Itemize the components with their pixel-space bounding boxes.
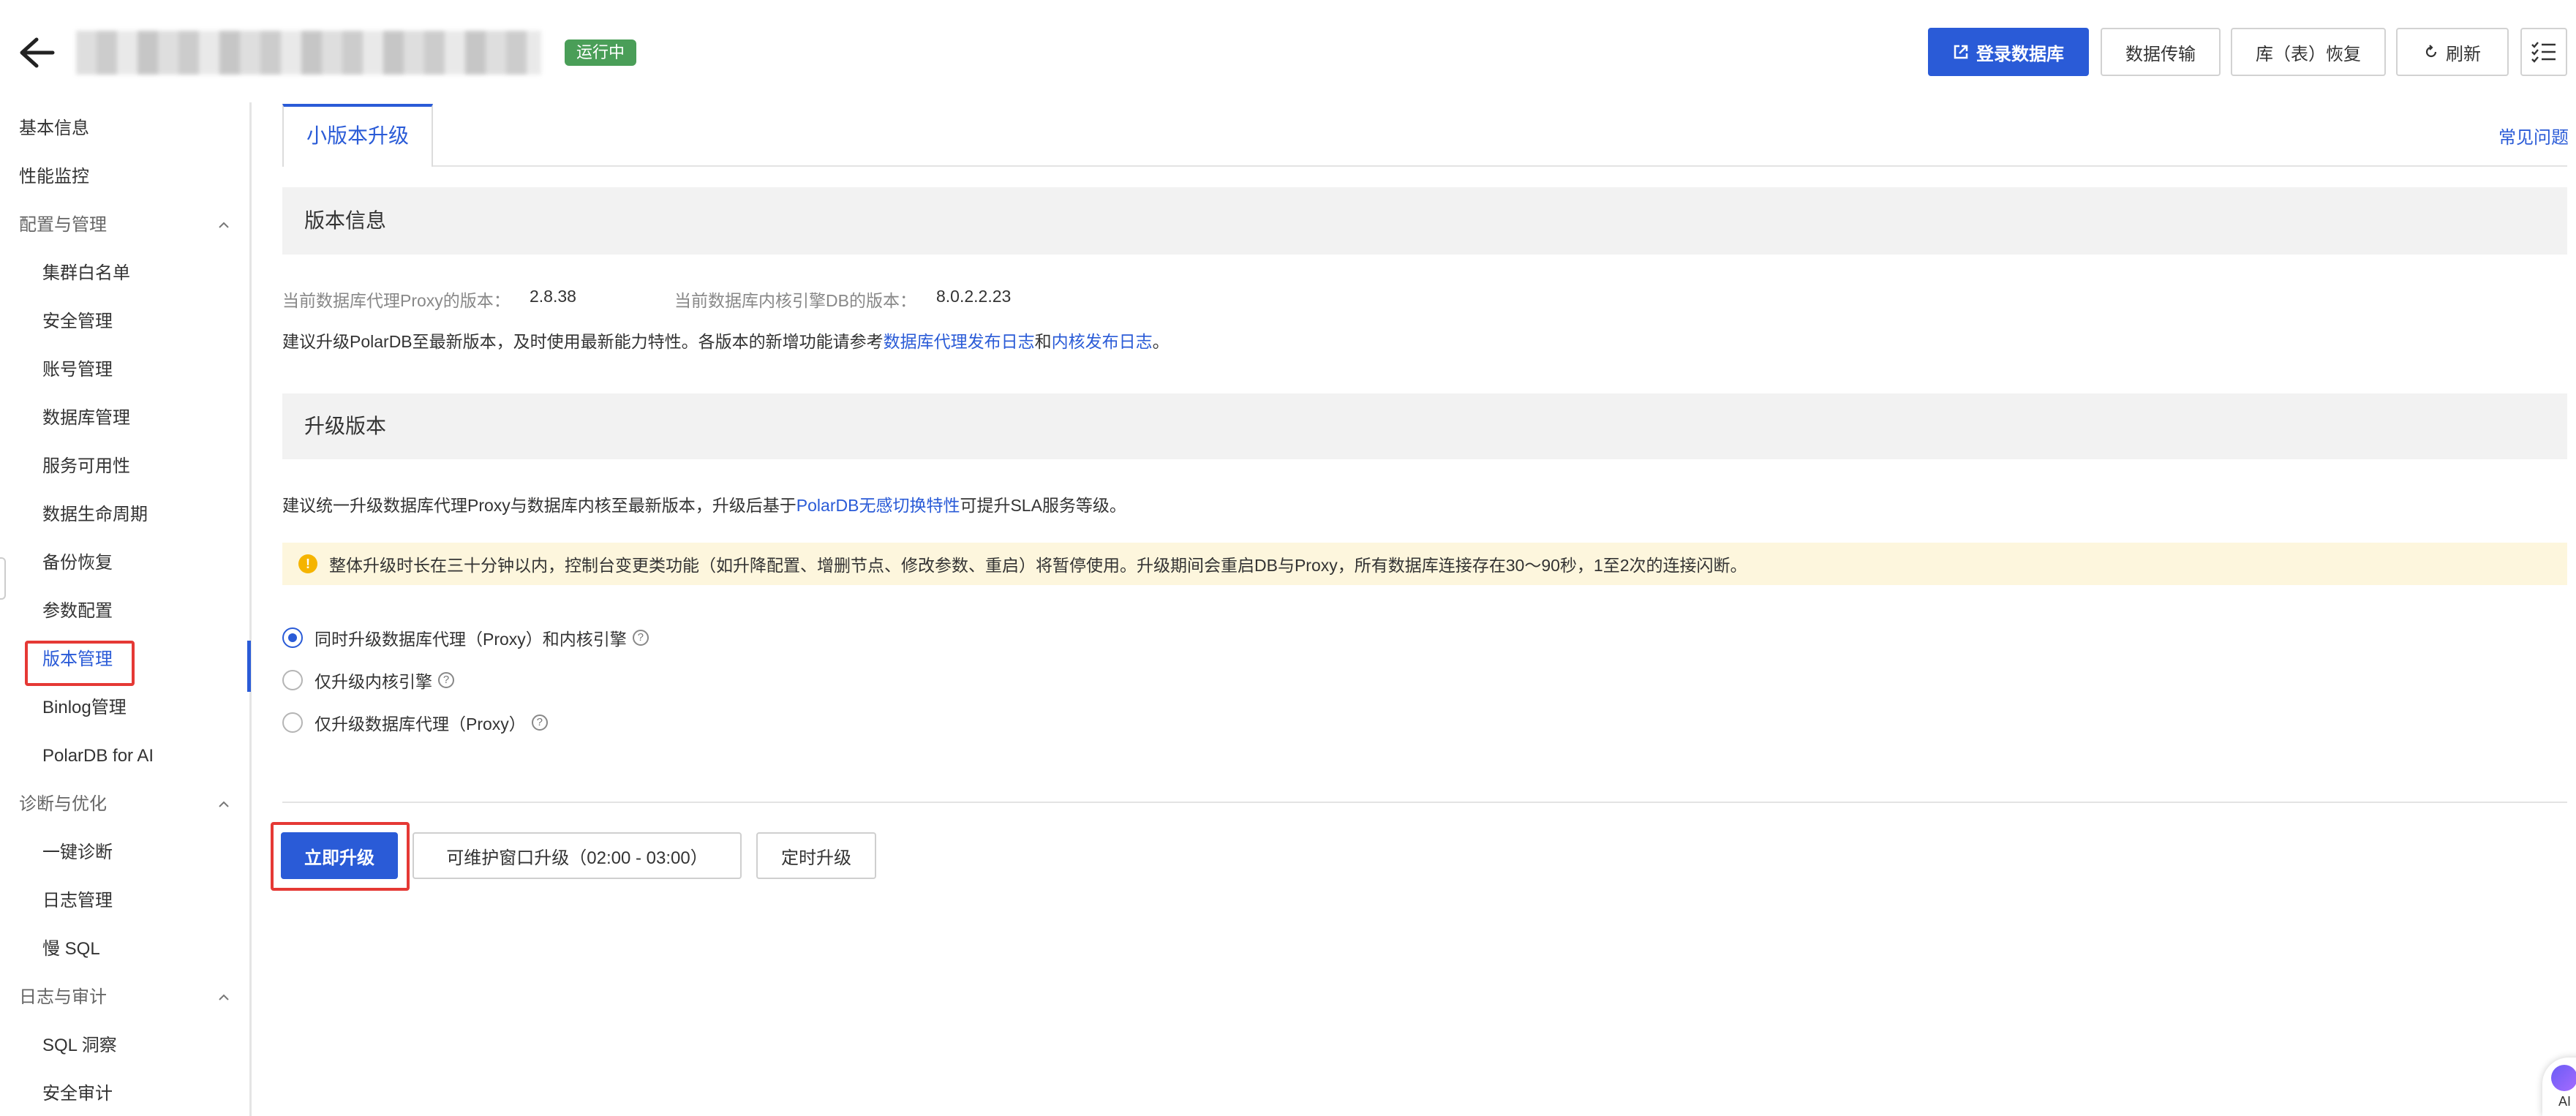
sidebar-item-availability[interactable]: 服务可用性 (0, 446, 249, 487)
kernel-version-label: 当前数据库内核引擎DB的版本： (674, 291, 916, 310)
refresh-icon (2425, 45, 2437, 58)
sidebar-group-label: 日志与审计 (19, 987, 107, 1007)
seamless-switch-link[interactable]: PolarDB无感切换特性 (796, 496, 960, 515)
actions-divider (282, 802, 2567, 803)
sidebar-item-security[interactable]: 安全管理 (0, 301, 249, 342)
sidebar-item-one-click-diagnosis[interactable]: 一键诊断 (0, 832, 249, 873)
maintenance-window-upgrade-button[interactable]: 可维护窗口升级（02:00 - 03:00） (413, 832, 742, 879)
scheduled-upgrade-button[interactable]: 定时升级 (756, 832, 876, 879)
login-database-label: 登录数据库 (1976, 44, 2064, 64)
proxy-version-label: 当前数据库代理Proxy的版本： (282, 291, 511, 310)
sidebar-item-basic-info[interactable]: 基本信息 (0, 108, 249, 149)
sidebar-item-data-lifecycle[interactable]: 数据生命周期 (0, 494, 249, 535)
help-icon[interactable]: ? (531, 715, 548, 731)
status-badge: 运行中 (565, 39, 637, 66)
upgrade-recommendation-text: 建议统一升级数据库代理Proxy与数据库内核至最新版本，升级后基于PolarDB… (282, 491, 1126, 516)
radio-button-checked[interactable] (282, 627, 303, 648)
warning-icon: ! (298, 554, 317, 573)
sidebar: 基本信息 性能监控 配置与管理 集群白名单 安全管理 账号管理 数据库管理 服务… (0, 102, 252, 1116)
section-upgrade-version-title: 升级版本 (282, 393, 2567, 459)
checklist-icon (2531, 42, 2556, 63)
sidebar-item-security-audit[interactable]: 安全审计 (0, 1074, 249, 1115)
version-note-suffix: 。 (1152, 332, 1170, 351)
sidebar-item-polardb-ai[interactable]: PolarDB for AI (0, 736, 249, 777)
sidebar-item-log-management[interactable]: 日志管理 (0, 881, 249, 921)
ai-assistant-button[interactable]: AI (2542, 1057, 2576, 1116)
option-label: 仅升级数据库代理（Proxy） (315, 715, 526, 734)
sidebar-group-audit[interactable]: 日志与审计 (0, 977, 249, 1018)
ai-assistant-icon (2551, 1065, 2576, 1091)
proxy-version-value: 2.8.38 (530, 287, 576, 306)
login-database-button[interactable]: 登录数据库 (1928, 28, 2089, 76)
sidebar-item-performance[interactable]: 性能监控 (0, 157, 249, 197)
sidebar-group-label: 诊断与优化 (19, 794, 107, 814)
chevron-up-icon (219, 801, 229, 807)
sidebar-item-slow-sql[interactable]: 慢 SQL (0, 929, 249, 970)
section-version-info-title: 版本信息 (282, 187, 2567, 255)
option-label: 同时升级数据库代理（Proxy）和内核引擎 (315, 630, 627, 649)
radio-button[interactable] (282, 712, 303, 733)
db-table-restore-button[interactable]: 库（表）恢复 (2231, 28, 2386, 76)
kernel-version-value: 8.0.2.2.23 (936, 287, 1012, 306)
sidebar-item-sql-insight[interactable]: SQL 洞察 (0, 1025, 249, 1066)
kernel-release-notes-link[interactable]: 内核发布日志 (1052, 332, 1153, 351)
faq-link[interactable]: 常见问题 (2498, 123, 2569, 148)
back-arrow-icon[interactable] (16, 35, 56, 70)
tab-divider (433, 165, 2567, 167)
checklist-menu-button[interactable] (2520, 28, 2567, 76)
chevron-up-icon (219, 994, 229, 1000)
radio-button[interactable] (282, 670, 303, 690)
sidebar-collapse-handle[interactable] (0, 557, 6, 600)
data-transfer-button[interactable]: 数据传输 (2101, 28, 2221, 76)
option-upgrade-proxy-only[interactable]: 仅升级数据库代理（Proxy） ? (282, 706, 548, 739)
upgrade-warning-text: 整体升级时长在三十分钟以内，控制台变更类功能（如升降配置、增删节点、修改参数、重… (329, 556, 1747, 575)
chevron-up-icon (219, 222, 229, 228)
proxy-release-notes-link[interactable]: 数据库代理发布日志 (884, 332, 1035, 351)
sidebar-group-config[interactable]: 配置与管理 (0, 205, 249, 246)
version-recommendation-text: 建议升级PolarDB至最新版本，及时使用最新能力特性。各版本的新增功能请参考数… (282, 328, 1170, 352)
sidebar-group-label: 配置与管理 (19, 215, 107, 235)
option-upgrade-kernel-only[interactable]: 仅升级内核引擎 ? (282, 664, 454, 696)
refresh-label: 刷新 (2446, 44, 2481, 64)
sidebar-item-whitelist[interactable]: 集群白名单 (0, 253, 249, 294)
highlight-box-upgrade-now (271, 822, 410, 891)
refresh-button[interactable]: 刷新 (2396, 28, 2509, 76)
option-upgrade-both[interactable]: 同时升级数据库代理（Proxy）和内核引擎 ? (282, 622, 649, 654)
sidebar-item-parameters[interactable]: 参数配置 (0, 591, 249, 632)
upgrade-note-suffix: 可提升SLA服务等级。 (960, 496, 1126, 515)
sidebar-active-indicator (247, 641, 251, 692)
help-icon[interactable]: ? (632, 630, 649, 646)
cluster-name-redacted (76, 31, 541, 75)
sidebar-item-databases[interactable]: 数据库管理 (0, 398, 249, 439)
version-note-prefix: 建议升级PolarDB至最新版本，及时使用最新能力特性。各版本的新增功能请参考 (282, 332, 884, 351)
tab-minor-version-upgrade[interactable]: 小版本升级 (282, 104, 433, 167)
help-icon[interactable]: ? (438, 672, 454, 688)
highlight-box-version-management (25, 641, 135, 686)
external-link-icon (1954, 45, 1968, 59)
ai-assistant-label: AI (2558, 1094, 2572, 1109)
sidebar-item-binlog[interactable]: Binlog管理 (0, 687, 249, 728)
sidebar-group-diagnosis[interactable]: 诊断与优化 (0, 784, 249, 825)
upgrade-warning-banner: ! 整体升级时长在三十分钟以内，控制台变更类功能（如升降配置、增删节点、修改参数… (282, 543, 2567, 585)
version-note-and: 和 (1034, 332, 1052, 351)
option-label: 仅升级内核引擎 (315, 672, 432, 691)
sidebar-item-backup[interactable]: 备份恢复 (0, 543, 249, 584)
upgrade-note-prefix: 建议统一升级数据库代理Proxy与数据库内核至最新版本，升级后基于 (282, 496, 796, 515)
sidebar-item-accounts[interactable]: 账号管理 (0, 350, 249, 391)
